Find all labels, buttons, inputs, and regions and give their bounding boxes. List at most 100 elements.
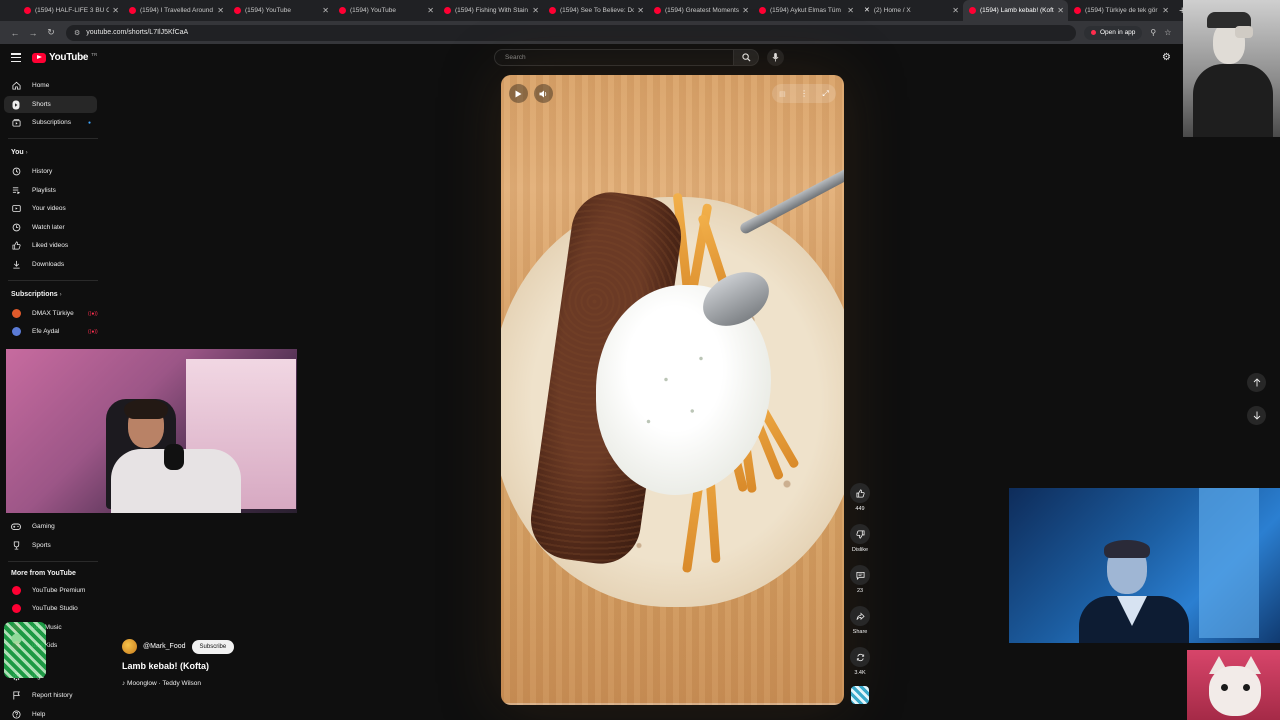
close-icon[interactable]: ✕ [637, 6, 644, 15]
dislike-button[interactable]: Dislike [849, 524, 871, 553]
close-icon[interactable]: ✕ [1162, 6, 1169, 15]
sidebar-item-shorts[interactable]: Shorts [4, 96, 97, 113]
share-icon [856, 612, 865, 620]
sidebar-item-report-history[interactable]: Report history [4, 687, 97, 704]
sidebar-channel-dmax[interactable]: DMAX Türkiye ((●)) [4, 305, 98, 322]
share-button[interactable]: Share [849, 606, 871, 635]
sidebar-item-sports[interactable]: Sports [4, 537, 97, 554]
close-icon[interactable]: ✕ [742, 6, 749, 15]
previous-short-button[interactable] [1247, 373, 1266, 392]
close-icon[interactable]: ✕ [112, 6, 119, 15]
flag-icon [11, 691, 21, 701]
youtube-app-icon [1091, 30, 1096, 35]
youtube-favicon-icon [339, 7, 346, 14]
youtube-logo[interactable]: YouTube TR [32, 52, 97, 63]
bookmark-star-icon[interactable]: ☆ [1164, 28, 1171, 37]
thumbs-down-icon [855, 529, 865, 539]
close-icon[interactable]: ✕ [847, 6, 854, 15]
channel-name[interactable]: @Mark_Food [143, 643, 186, 650]
sound-thumbnail[interactable] [849, 686, 871, 704]
mute-button[interactable] [534, 84, 553, 103]
fullscreen-icon[interactable]: ⤢ [822, 89, 828, 99]
sidebar-item-your-videos[interactable]: Your videos [4, 200, 97, 217]
close-icon[interactable]: ✕ [322, 6, 329, 15]
back-icon[interactable]: ← [6, 28, 24, 38]
search-input[interactable]: Search [494, 49, 734, 66]
browser-tab[interactable]: (1594) Fishing With Stain ✕ [438, 0, 543, 21]
sidebar-item-home[interactable]: Home [4, 77, 97, 94]
sidebar-item-playlists[interactable]: Playlists [4, 182, 97, 199]
browser-tab[interactable]: (1594) I Travelled Around ✕ [123, 0, 228, 21]
remix-button[interactable]: 3.4K [849, 647, 871, 676]
microphone-icon [772, 53, 779, 62]
browser-tab[interactable]: (1594) See To Believe: Do ✕ [543, 0, 648, 21]
browser-tab[interactable]: (1594) YouTube ✕ [228, 0, 333, 21]
close-icon[interactable]: ✕ [532, 6, 539, 15]
sidebar-divider [8, 138, 98, 139]
youtube-favicon-icon [759, 7, 766, 14]
browser-tab[interactable]: (1594) Türkiye de tek gör ✕ [1068, 0, 1173, 21]
like-count: 449 [855, 506, 865, 512]
sidebar-item-label: Your videos [32, 205, 66, 212]
more-options-icon[interactable]: ⋮ [800, 89, 808, 98]
sidebar-item-liked-videos[interactable]: Liked videos [4, 237, 97, 254]
open-in-app-button[interactable]: Open in app [1084, 25, 1143, 40]
close-icon[interactable]: ✕ [952, 6, 959, 15]
browser-tab[interactable]: (1594) Aykut Elmas Tüm ✕ [753, 0, 858, 21]
close-icon[interactable]: ✕ [427, 6, 434, 15]
sidebar-item-label: Subscriptions [32, 119, 72, 126]
sidebar-item-help[interactable]: Help [4, 706, 97, 720]
sidebar-item-label: Home [32, 82, 50, 89]
shorts-video-player[interactable]: ▤ ⋮ ⤢ [501, 75, 844, 705]
avatar[interactable] [122, 639, 137, 654]
browser-toolbar: ← → ↻ ⚙ youtube.com/shorts/L7IlJ5KfCaA O… [0, 21, 1280, 44]
subscriptions-icon [11, 118, 21, 128]
browser-tab[interactable]: (1594) Lamb kebab! (Kofta ✕ [963, 0, 1068, 21]
home-icon [11, 81, 21, 91]
site-info-icon[interactable]: ⚙ [74, 29, 80, 37]
more-from-youtube-heading: More from YouTube [11, 570, 76, 577]
url-text: youtube.com/shorts/L7IlJ5KfCaA [86, 29, 189, 36]
browser-tab[interactable]: (1594) Greatest Moments ✕ [648, 0, 753, 21]
sidebar-item-youtube-premium[interactable]: YouTube Premium [4, 582, 97, 599]
gear-icon[interactable]: ⚙ [1162, 52, 1171, 63]
subscribe-button[interactable]: Subscribe [191, 639, 235, 654]
sidebar-item-subscriptions[interactable]: Subscriptions ● [4, 114, 97, 131]
voice-search-button[interactable] [767, 49, 784, 66]
cat-overlay-image [1187, 650, 1280, 720]
forward-icon[interactable]: → [24, 28, 42, 38]
youtube-favicon-icon [1074, 7, 1081, 14]
sidebar-item-watch-later[interactable]: Watch later [4, 219, 97, 236]
sidebar-item-history[interactable]: History [4, 163, 97, 180]
like-button[interactable]: 449 [849, 483, 871, 512]
browser-tab[interactable]: ✕ (2) Home / X ✕ [858, 0, 963, 21]
menu-icon[interactable] [11, 53, 21, 64]
sidebar-item-downloads[interactable]: Downloads [4, 256, 97, 273]
play-button[interactable] [509, 84, 528, 103]
you-section-heading[interactable]: You › [11, 149, 28, 156]
reload-icon[interactable]: ↻ [42, 27, 60, 38]
youtube-favicon-icon [234, 7, 241, 14]
gaming-icon [11, 522, 21, 532]
video-progress-bar[interactable] [501, 703, 844, 705]
search-tabs-icon[interactable]: ⚲ [1150, 28, 1156, 37]
browser-tab[interactable]: (1594) YouTube ✕ [333, 0, 438, 21]
search-button[interactable] [733, 49, 759, 66]
logo-text: YouTube [49, 52, 89, 63]
browser-tab[interactable]: (1594) HALF-LIFE 3 BU Cl ✕ [18, 0, 123, 21]
short-title[interactable]: Lamb kebab! (Kofta) [122, 661, 234, 671]
address-bar[interactable]: ⚙ youtube.com/shorts/L7IlJ5KfCaA [66, 24, 1076, 41]
sidebar-item-youtube-studio[interactable]: YouTube Studio [4, 600, 97, 617]
close-icon[interactable]: ✕ [217, 6, 224, 15]
sidebar-channel-efe-aydal[interactable]: Efe Aydal ((●)) [4, 323, 98, 340]
youtube-play-logo-icon [32, 52, 46, 63]
close-icon[interactable]: ✕ [1057, 6, 1064, 15]
subscriptions-section-heading[interactable]: Subscriptions › [11, 291, 62, 298]
youtube-premium-icon [11, 586, 21, 596]
comments-button[interactable]: 23 [849, 565, 871, 594]
avatar [11, 309, 21, 318]
next-short-button[interactable] [1247, 406, 1266, 425]
sidebar-item-gaming[interactable]: Gaming [4, 518, 97, 535]
captions-icon[interactable]: ▤ [779, 90, 786, 98]
music-credit[interactable]: ♪ Moonglow · Teddy Wilson [122, 680, 234, 687]
